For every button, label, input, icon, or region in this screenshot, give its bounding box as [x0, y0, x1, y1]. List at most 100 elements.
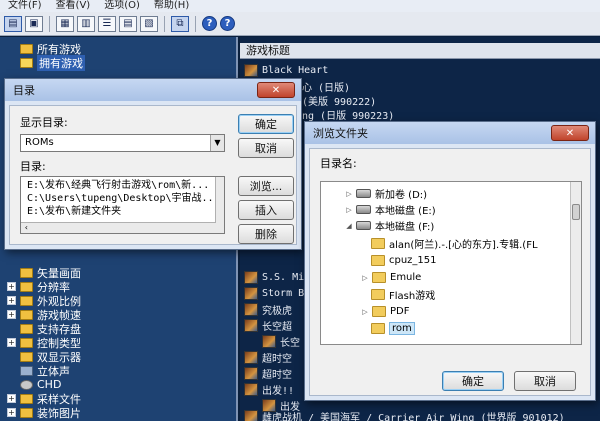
tree-item-all-games[interactable]: 所有游戏: [0, 42, 81, 56]
browse-folder-dialog: 浏览文件夹 ✕ 目录名: ▷ 新加卷 (D:) ▷ 本地磁盘 (E:) ◢ 本地磁盘 …: [304, 121, 596, 401]
game-row[interactable]: Storm B: [244, 286, 304, 301]
drive-icon: [356, 221, 371, 230]
dialog-titlebar[interactable]: 目录 ✕: [5, 79, 301, 101]
expand-icon[interactable]: +: [7, 338, 16, 347]
toolbar-separator: [164, 15, 165, 32]
game-row[interactable]: 长空: [262, 334, 300, 349]
tree-item-folder[interactable]: Flash游戏: [371, 287, 435, 302]
tree-item-savestate[interactable]: 支持存盘: [0, 322, 81, 336]
list-item[interactable]: C:\Users\tupeng\Desktop\宇宙战...: [21, 192, 224, 205]
chevron-down-icon[interactable]: ▼: [210, 135, 224, 151]
tree-item-folder[interactable]: cpuz_151: [371, 253, 437, 268]
game-icon: [244, 64, 258, 77]
expand-icon[interactable]: ▷: [361, 274, 369, 282]
dirs-label: 目录:: [20, 160, 46, 173]
vertical-scrollbar[interactable]: [570, 182, 581, 344]
tree-item-dual-screen[interactable]: 双显示器: [0, 350, 81, 364]
tree-item-stereo[interactable]: 立体声: [0, 364, 70, 378]
tree-item-folder[interactable]: ▷ Emule: [361, 270, 421, 285]
scrollbar-thumb[interactable]: [572, 204, 580, 220]
close-icon[interactable]: ✕: [551, 125, 589, 141]
expand-icon[interactable]: +: [7, 296, 16, 305]
game-row[interactable]: 出发!!: [244, 382, 294, 397]
details-view-icon[interactable]: ▤: [119, 15, 137, 32]
game-row[interactable]: 超时空: [244, 350, 292, 365]
browse-button[interactable]: 浏览...: [238, 176, 294, 196]
folder-icon: [20, 267, 33, 278]
game-row[interactable]: 究极虎: [244, 302, 292, 317]
tree-item-drive-f[interactable]: ◢ 本地磁盘 (F:): [345, 218, 434, 233]
folder-icon: [371, 255, 385, 266]
help-icon[interactable]: ?: [220, 16, 235, 31]
tree-toggle-icon[interactable]: ▤: [4, 15, 22, 32]
tree-item-vector[interactable]: 矢量画面: [0, 266, 81, 280]
menu-help[interactable]: 帮助(H): [154, 0, 189, 12]
tree-item-control[interactable]: + 控制类型: [0, 336, 81, 350]
collapse-icon[interactable]: ◢: [345, 222, 353, 230]
tree-item-resolution[interactable]: + 分辨率: [0, 280, 70, 294]
expand-icon[interactable]: ▷: [345, 206, 353, 214]
tree-item-artwork[interactable]: + 装饰图片: [0, 406, 81, 420]
expand-icon[interactable]: +: [7, 394, 16, 403]
game-icon: [244, 287, 258, 300]
list-item[interactable]: E:\发布\新建文件夹: [21, 205, 224, 218]
horizontal-scrollbar[interactable]: ‹: [21, 222, 224, 233]
list-item[interactable]: E:\发布\经典飞行射击游戏\rom\新...: [21, 179, 224, 192]
tree-item-framerate[interactable]: + 游戏帧速: [0, 308, 81, 322]
menu-view[interactable]: 查看(V): [56, 0, 91, 12]
tree-item-folder-selected[interactable]: rom: [371, 321, 415, 336]
column-header-title[interactable]: 游戏标题: [240, 43, 600, 59]
fullscreen-icon[interactable]: ⧉: [171, 15, 189, 32]
tree-item-chd[interactable]: CHD: [0, 378, 61, 391]
cancel-button[interactable]: 取消: [514, 371, 576, 391]
ok-button[interactable]: 确定: [238, 114, 294, 134]
drive-icon: [356, 189, 371, 198]
tree-item-folder[interactable]: alan(阿兰).-.[心的东方].专辑.(FL: [371, 236, 538, 251]
tree-item-folder[interactable]: ▷ PDF: [361, 304, 409, 319]
grouped-view-icon[interactable]: ▧: [140, 15, 158, 32]
cancel-button[interactable]: 取消: [238, 138, 294, 158]
insert-button[interactable]: 插入: [238, 200, 294, 220]
delete-button[interactable]: 删除: [238, 224, 294, 244]
folder-icon: [372, 272, 386, 283]
small-icons-icon[interactable]: ▥: [77, 15, 95, 32]
game-row[interactable]: 超时空: [244, 366, 292, 381]
game-row[interactable]: ng (日版 990223): [302, 107, 394, 122]
tree-item-owned-games[interactable]: 拥有游戏: [0, 54, 85, 71]
game-row[interactable]: 长空超: [244, 318, 292, 333]
screenshot-toggle-icon[interactable]: ▣: [25, 15, 43, 32]
dialog-title: 目录: [13, 84, 35, 97]
close-icon[interactable]: ✕: [257, 82, 295, 98]
game-row[interactable]: Black Heart: [244, 63, 328, 78]
menu-options[interactable]: 选项(O): [104, 0, 140, 12]
directory-type-select[interactable]: ROMs ▼: [20, 134, 225, 152]
list-view-icon[interactable]: ☰: [98, 15, 116, 32]
tree-item-aspect[interactable]: + 外观比例: [0, 294, 81, 308]
expand-icon[interactable]: +: [7, 310, 16, 319]
tree-item-samples[interactable]: + 采样文件: [0, 392, 81, 406]
game-icon: [262, 335, 276, 348]
folder-icon: [372, 306, 386, 317]
game-row[interactable]: 雌虎战机 / 美国海军 / Carrier Air Wing (世界版 9010…: [244, 409, 565, 421]
tree-item-drive-e[interactable]: ▷ 本地磁盘 (E:): [345, 202, 436, 217]
game-row[interactable]: (美版 990222): [302, 93, 376, 108]
folder-icon: [20, 337, 33, 348]
dialog-titlebar[interactable]: 浏览文件夹 ✕: [305, 122, 595, 144]
disk-icon: [20, 379, 33, 390]
about-icon[interactable]: ?: [202, 16, 217, 31]
expand-icon[interactable]: +: [7, 408, 16, 417]
folder-icon: [371, 289, 385, 300]
expand-icon[interactable]: ▷: [361, 308, 369, 316]
large-icons-icon[interactable]: ▦: [56, 15, 74, 32]
game-row[interactable]: 心 (日版): [302, 79, 350, 94]
folder-browser-tree[interactable]: ▷ 新加卷 (D:) ▷ 本地磁盘 (E:) ◢ 本地磁盘 (F:) alan(阿兰)…: [320, 181, 582, 345]
expand-icon[interactable]: +: [7, 282, 16, 291]
tree-item-drive-d[interactable]: ▷ 新加卷 (D:): [345, 186, 427, 201]
menu-file[interactable]: 文件(F): [8, 0, 42, 12]
game-row[interactable]: S.S. Mi: [244, 270, 304, 285]
game-icon: [244, 303, 258, 316]
ok-button[interactable]: 确定: [442, 371, 504, 391]
expand-icon[interactable]: ▷: [345, 190, 353, 198]
directory-list[interactable]: E:\发布\经典飞行射击游戏\rom\新... C:\Users\tupeng\…: [20, 176, 225, 234]
vertical-scrollbar[interactable]: [215, 177, 224, 223]
